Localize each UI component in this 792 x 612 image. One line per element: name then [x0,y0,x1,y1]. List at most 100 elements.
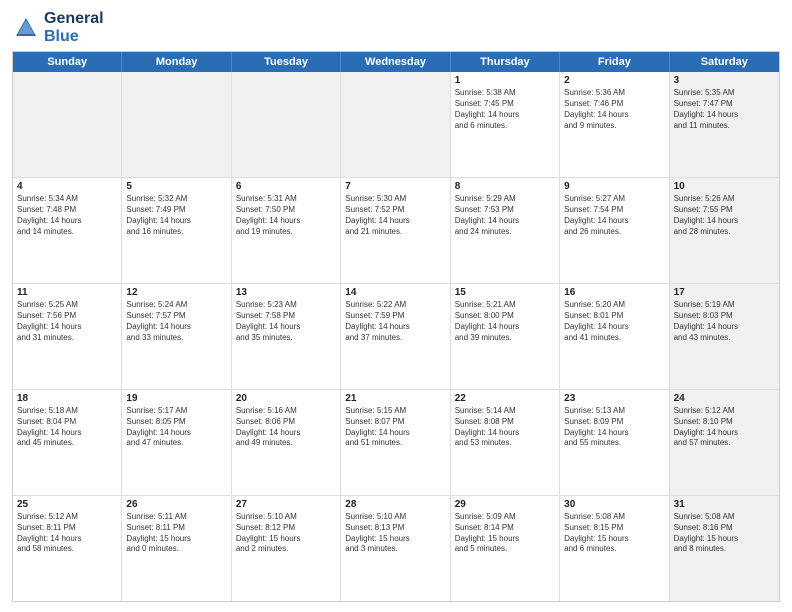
calendar-header: SundayMondayTuesdayWednesdayThursdayFrid… [13,52,779,72]
calendar-cell: 10 Sunrise: 5:26 AM Sunset: 7:55 PM Dayli… [670,178,779,283]
day-info: Sunrise: 5:25 AM Sunset: 7:56 PM Dayligh… [17,300,117,343]
calendar-cell: 23Sunrise: 5:13 AM Sunset: 8:09 PM Dayli… [560,390,669,495]
calendar-cell: 19Sunrise: 5:17 AM Sunset: 8:05 PM Dayli… [122,390,231,495]
day-number: 15 [455,287,555,298]
header-day-saturday: Saturday [670,52,779,72]
day-number: 22 [455,393,555,404]
calendar-cell: 25Sunrise: 5:12 AM Sunset: 8:11 PM Dayli… [13,496,122,601]
day-number: 24 [674,393,775,404]
day-info: Sunrise: 5:21 AM Sunset: 8:00 PM Dayligh… [455,300,555,343]
day-number: 11 [17,287,117,298]
day-number: 17 [674,287,775,298]
day-number: 8 [455,181,555,192]
calendar-cell: 26 Sunrise: 5:11 AM Sunset: 8:11 PM Dayli… [122,496,231,601]
day-number: 3 [674,75,775,86]
day-info: Sunrise: 5:34 AM Sunset: 7:48 PM Dayligh… [17,194,117,237]
day-info: Sunrise: 5:24 AM Sunset: 7:57 PM Dayligh… [126,300,226,343]
header-day-thursday: Thursday [451,52,560,72]
day-number: 14 [345,287,445,298]
day-number: 5 [126,181,226,192]
day-number: 20 [236,393,336,404]
day-info: Sunrise: 5:09 AM Sunset: 8:14 PM Dayligh… [455,512,555,555]
calendar-cell: 13Sunrise: 5:23 AM Sunset: 7:58 PM Dayli… [232,284,341,389]
header-day-friday: Friday [560,52,669,72]
day-number: 30 [564,499,664,510]
day-number: 18 [17,393,117,404]
header-day-wednesday: Wednesday [341,52,450,72]
calendar-cell: 11 Sunrise: 5:25 AM Sunset: 7:56 PM Dayli… [13,284,122,389]
calendar: SundayMondayTuesdayWednesdayThursdayFrid… [12,51,780,602]
header-day-monday: Monday [122,52,231,72]
logo: General Blue [12,10,104,45]
header: General Blue [12,10,780,45]
calendar-cell: 18Sunrise: 5:18 AM Sunset: 8:04 PM Dayli… [13,390,122,495]
day-info: Sunrise: 5:27 AM Sunset: 7:54 PM Dayligh… [564,194,664,237]
calendar-cell: 6 Sunrise: 5:31 AM Sunset: 7:50 PM Daylig… [232,178,341,283]
day-number: 2 [564,75,664,86]
calendar-cell: 28 Sunrise: 5:10 AM Sunset: 8:13 PM Dayli… [341,496,450,601]
day-number: 25 [17,499,117,510]
day-info: Sunrise: 5:22 AM Sunset: 7:59 PM Dayligh… [345,300,445,343]
day-info: Sunrise: 5:16 AM Sunset: 8:06 PM Dayligh… [236,406,336,449]
day-number: 1 [455,75,555,86]
calendar-cell: 31Sunrise: 5:08 AM Sunset: 8:16 PM Dayli… [670,496,779,601]
calendar-cell: 20 Sunrise: 5:16 AM Sunset: 8:06 PM Dayli… [232,390,341,495]
day-number: 10 [674,181,775,192]
calendar-cell: 4 Sunrise: 5:34 AM Sunset: 7:48 PM Daylig… [13,178,122,283]
day-number: 9 [564,181,664,192]
day-info: Sunrise: 5:15 AM Sunset: 8:07 PM Dayligh… [345,406,445,449]
day-info: Sunrise: 5:30 AM Sunset: 7:52 PM Dayligh… [345,194,445,237]
calendar-cell [122,72,231,177]
calendar-row: 25Sunrise: 5:12 AM Sunset: 8:11 PM Dayli… [13,496,779,601]
calendar-cell [232,72,341,177]
day-info: Sunrise: 5:11 AM Sunset: 8:11 PM Dayligh… [126,512,226,555]
calendar-cell: 17 Sunrise: 5:19 AM Sunset: 8:03 PM Dayli… [670,284,779,389]
logo-text: General Blue [44,10,104,45]
day-info: Sunrise: 5:12 AM Sunset: 8:10 PM Dayligh… [674,406,775,449]
day-info: Sunrise: 5:19 AM Sunset: 8:03 PM Dayligh… [674,300,775,343]
calendar-cell: 27 Sunrise: 5:10 AM Sunset: 8:12 PM Dayli… [232,496,341,601]
calendar-cell: 2 Sunrise: 5:36 AM Sunset: 7:46 PM Daylig… [560,72,669,177]
day-info: Sunrise: 5:13 AM Sunset: 8:09 PM Dayligh… [564,406,664,449]
day-info: Sunrise: 5:10 AM Sunset: 8:12 PM Dayligh… [236,512,336,555]
calendar-cell: 24 Sunrise: 5:12 AM Sunset: 8:10 PM Dayli… [670,390,779,495]
calendar-cell: 1 Sunrise: 5:38 AM Sunset: 7:45 PM Daylig… [451,72,560,177]
day-number: 26 [126,499,226,510]
calendar-cell: 12 Sunrise: 5:24 AM Sunset: 7:57 PM Dayli… [122,284,231,389]
calendar-row: 1 Sunrise: 5:38 AM Sunset: 7:45 PM Daylig… [13,72,779,178]
day-info: Sunrise: 5:08 AM Sunset: 8:15 PM Dayligh… [564,512,664,555]
day-number: 19 [126,393,226,404]
day-info: Sunrise: 5:32 AM Sunset: 7:49 PM Dayligh… [126,194,226,237]
calendar-cell: 3Sunrise: 5:35 AM Sunset: 7:47 PM Daylig… [670,72,779,177]
day-number: 13 [236,287,336,298]
header-day-tuesday: Tuesday [232,52,341,72]
day-info: Sunrise: 5:20 AM Sunset: 8:01 PM Dayligh… [564,300,664,343]
page: General Blue SundayMondayTuesdayWednesda… [0,0,792,612]
day-number: 6 [236,181,336,192]
day-number: 4 [17,181,117,192]
calendar-cell: 5 Sunrise: 5:32 AM Sunset: 7:49 PM Daylig… [122,178,231,283]
logo-icon [12,14,40,42]
calendar-cell: 7Sunrise: 5:30 AM Sunset: 7:52 PM Daylig… [341,178,450,283]
day-info: Sunrise: 5:31 AM Sunset: 7:50 PM Dayligh… [236,194,336,237]
calendar-cell [13,72,122,177]
calendar-row: 11 Sunrise: 5:25 AM Sunset: 7:56 PM Dayli… [13,284,779,390]
day-info: Sunrise: 5:26 AM Sunset: 7:55 PM Dayligh… [674,194,775,237]
calendar-cell: 15 Sunrise: 5:21 AM Sunset: 8:00 PM Dayli… [451,284,560,389]
day-number: 29 [455,499,555,510]
day-number: 12 [126,287,226,298]
day-info: Sunrise: 5:38 AM Sunset: 7:45 PM Dayligh… [455,88,555,131]
calendar-cell: 29 Sunrise: 5:09 AM Sunset: 8:14 PM Dayli… [451,496,560,601]
calendar-body: 1 Sunrise: 5:38 AM Sunset: 7:45 PM Daylig… [13,72,779,601]
day-number: 21 [345,393,445,404]
day-info: Sunrise: 5:36 AM Sunset: 7:46 PM Dayligh… [564,88,664,131]
calendar-cell [341,72,450,177]
calendar-row: 4 Sunrise: 5:34 AM Sunset: 7:48 PM Daylig… [13,178,779,284]
day-number: 27 [236,499,336,510]
day-number: 28 [345,499,445,510]
day-info: Sunrise: 5:29 AM Sunset: 7:53 PM Dayligh… [455,194,555,237]
calendar-cell: 8 Sunrise: 5:29 AM Sunset: 7:53 PM Daylig… [451,178,560,283]
calendar-cell: 16Sunrise: 5:20 AM Sunset: 8:01 PM Dayli… [560,284,669,389]
header-day-sunday: Sunday [13,52,122,72]
day-info: Sunrise: 5:10 AM Sunset: 8:13 PM Dayligh… [345,512,445,555]
